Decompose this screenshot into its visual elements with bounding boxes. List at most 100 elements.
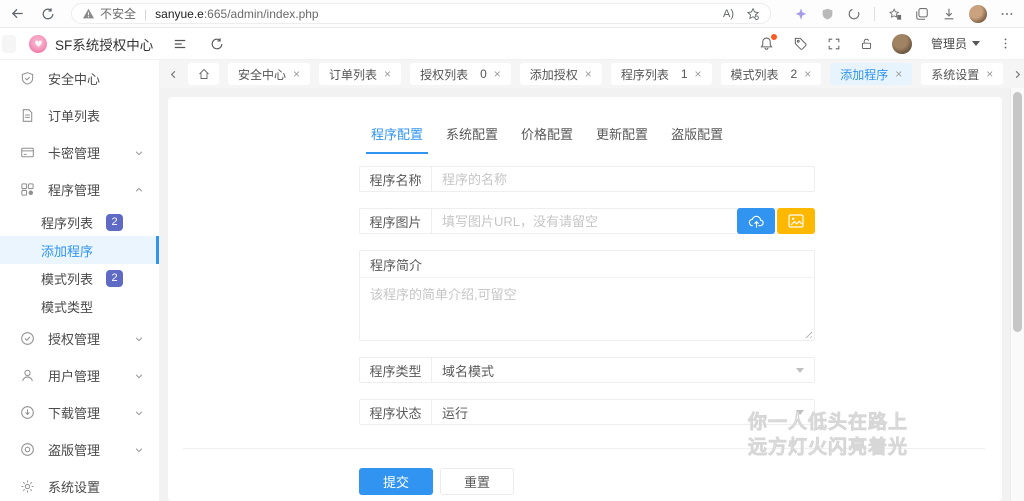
program-name-input[interactable] [432,167,814,191]
program-image-group: 程序图片 [359,208,815,234]
program-name-label: 程序名称 [360,167,432,191]
submit-button[interactable]: 提交 [359,468,433,495]
user-caret-icon [972,41,980,46]
ftab-price-config[interactable]: 价格配置 [516,122,578,154]
browser-profile-avatar[interactable] [969,5,987,23]
sidebar-subitem-mode-list[interactable]: 模式列表 2 [0,264,159,292]
tag-icon[interactable] [793,36,808,51]
check-circle-icon [20,331,35,346]
program-image-input[interactable] [432,209,737,233]
tab-add-program[interactable]: 添加程序 × [830,63,912,85]
url-path: :665/admin/index.php [204,7,319,21]
program-intro-textarea[interactable] [360,278,814,340]
close-tab-icon[interactable]: × [293,67,300,81]
layers-icon[interactable] [915,7,929,21]
tab-program-list[interactable]: 程序列表 1 × [611,63,712,85]
reset-button[interactable]: 重置 [440,468,514,495]
collections-star-icon[interactable] [888,7,902,21]
lock-icon[interactable] [860,37,873,51]
user-menu[interactable]: 管理员 [931,35,980,52]
sidebar-item-label: 盗版管理 [48,440,100,459]
image-preview-button[interactable] [777,208,815,234]
close-tab-icon[interactable]: × [986,67,993,81]
read-aloud-icon[interactable]: A) [723,8,734,20]
tab-label: 程序列表 [621,66,669,83]
fullscreen-icon[interactable] [827,37,841,51]
close-tab-icon[interactable]: × [895,67,902,81]
shield-icon[interactable] [821,7,834,21]
tab-add-auth[interactable]: 添加授权 × [520,63,602,85]
count-badge: 2 [106,270,123,287]
program-type-select[interactable]: 域名模式 [432,358,796,382]
notification-bell-icon[interactable] [759,36,774,51]
page-refresh-icon[interactable] [210,37,224,51]
sidebar-item-piracy-mgmt[interactable]: 盗版管理 [0,431,159,468]
url-host: sanyue.e [155,7,204,21]
favorites-star-icon[interactable] [746,7,760,21]
program-status-select[interactable]: 运行 [432,400,796,424]
page-tabbar: 安全中心 × 订单列表 × 授权列表 0 × 添加授权 × 程序列表 1 × 模… [160,60,1024,88]
upload-button[interactable] [737,208,775,234]
tab-system-settings[interactable]: 系统设置 × [921,63,1003,85]
refresh-icon[interactable] [41,7,55,21]
count-badge: 2 [106,214,123,231]
sidebar-subitem-program-list[interactable]: 程序列表 2 [0,208,159,236]
program-status-group: 程序状态 运行 [359,399,815,425]
browser-essentials-icon[interactable] [847,7,861,21]
tab-label: 添加授权 [530,66,578,83]
user-name: 管理员 [931,35,967,52]
form-actions: 提交 重置 [359,468,815,495]
ftab-piracy-config[interactable]: 盗版配置 [666,122,728,154]
subitem-label: 模式列表 [41,269,93,288]
page-scrollbar[interactable] [1010,88,1024,501]
sidebar-subitem-mode-type[interactable]: 模式类型 [0,292,159,320]
sidebar-item-label: 订单列表 [48,106,100,125]
program-type-group: 程序类型 域名模式 [359,357,815,383]
close-tab-icon[interactable]: × [695,67,702,81]
tab-order-list[interactable]: 订单列表 × [319,63,401,85]
close-tab-icon[interactable]: × [804,67,811,81]
header-kebab-icon[interactable] [999,37,1012,50]
program-image-label: 程序图片 [360,209,432,233]
tab-auth-list[interactable]: 授权列表 0 × [410,63,511,85]
sidebar-item-label: 系统设置 [48,477,100,496]
sidebar-item-download-mgmt[interactable]: 下载管理 [0,394,159,431]
chevron-down-icon [134,371,144,381]
close-tab-icon[interactable]: × [494,67,501,81]
download-icon[interactable] [942,7,956,21]
close-tab-icon[interactable]: × [384,67,391,81]
ftab-program-config[interactable]: 程序配置 [366,122,428,154]
back-icon[interactable] [10,6,25,21]
program-name-group: 程序名称 [359,166,815,192]
scrollbar-thumb[interactable] [1013,92,1022,332]
tab-label: 添加程序 [840,66,888,83]
browser-toolbar: 不安全 | sanyue.e:665/admin/index.php A) [0,0,1024,28]
home-tab[interactable] [188,63,219,85]
tab-mode-list[interactable]: 模式列表 2 × [721,63,822,85]
chevron-down-icon [134,148,144,158]
user-avatar[interactable] [892,34,912,54]
sidebar-item-card-mgmt[interactable]: 卡密管理 [0,134,159,171]
tabs-scroll-right-icon[interactable] [1012,69,1023,80]
sidebar-item-security-center[interactable]: 安全中心 [0,60,159,97]
tab-count: 1 [681,67,688,81]
sidebar-subitem-add-program[interactable]: 添加程序 [0,236,159,264]
sidebar-item-system-settings[interactable]: 系统设置 [0,468,159,501]
ftab-update-config[interactable]: 更新配置 [591,122,653,154]
ftab-system-config[interactable]: 系统配置 [441,122,503,154]
address-bar[interactable]: 不安全 | sanyue.e:665/admin/index.php A) [71,3,771,24]
browser-menu-icon[interactable] [1000,7,1014,21]
form-tabs: 程序配置 系统配置 价格配置 更新配置 盗版配置 [366,122,815,154]
sidebar-item-auth-mgmt[interactable]: 授权管理 [0,320,159,357]
sidebar-item-order-list[interactable]: 订单列表 [0,97,159,134]
sidebar-item-program-mgmt[interactable]: 程序管理 [0,171,159,208]
download-circle-icon [20,405,35,420]
security-label: 不安全 [100,5,136,22]
close-tab-icon[interactable]: × [585,67,592,81]
tab-count: 0 [480,67,487,81]
tab-security-center[interactable]: 安全中心 × [228,63,310,85]
tabs-scroll-left-icon[interactable] [168,69,179,80]
collapse-menu-icon[interactable] [172,37,188,51]
extension-icon[interactable] [794,7,808,21]
sidebar-item-user-mgmt[interactable]: 用户管理 [0,357,159,394]
